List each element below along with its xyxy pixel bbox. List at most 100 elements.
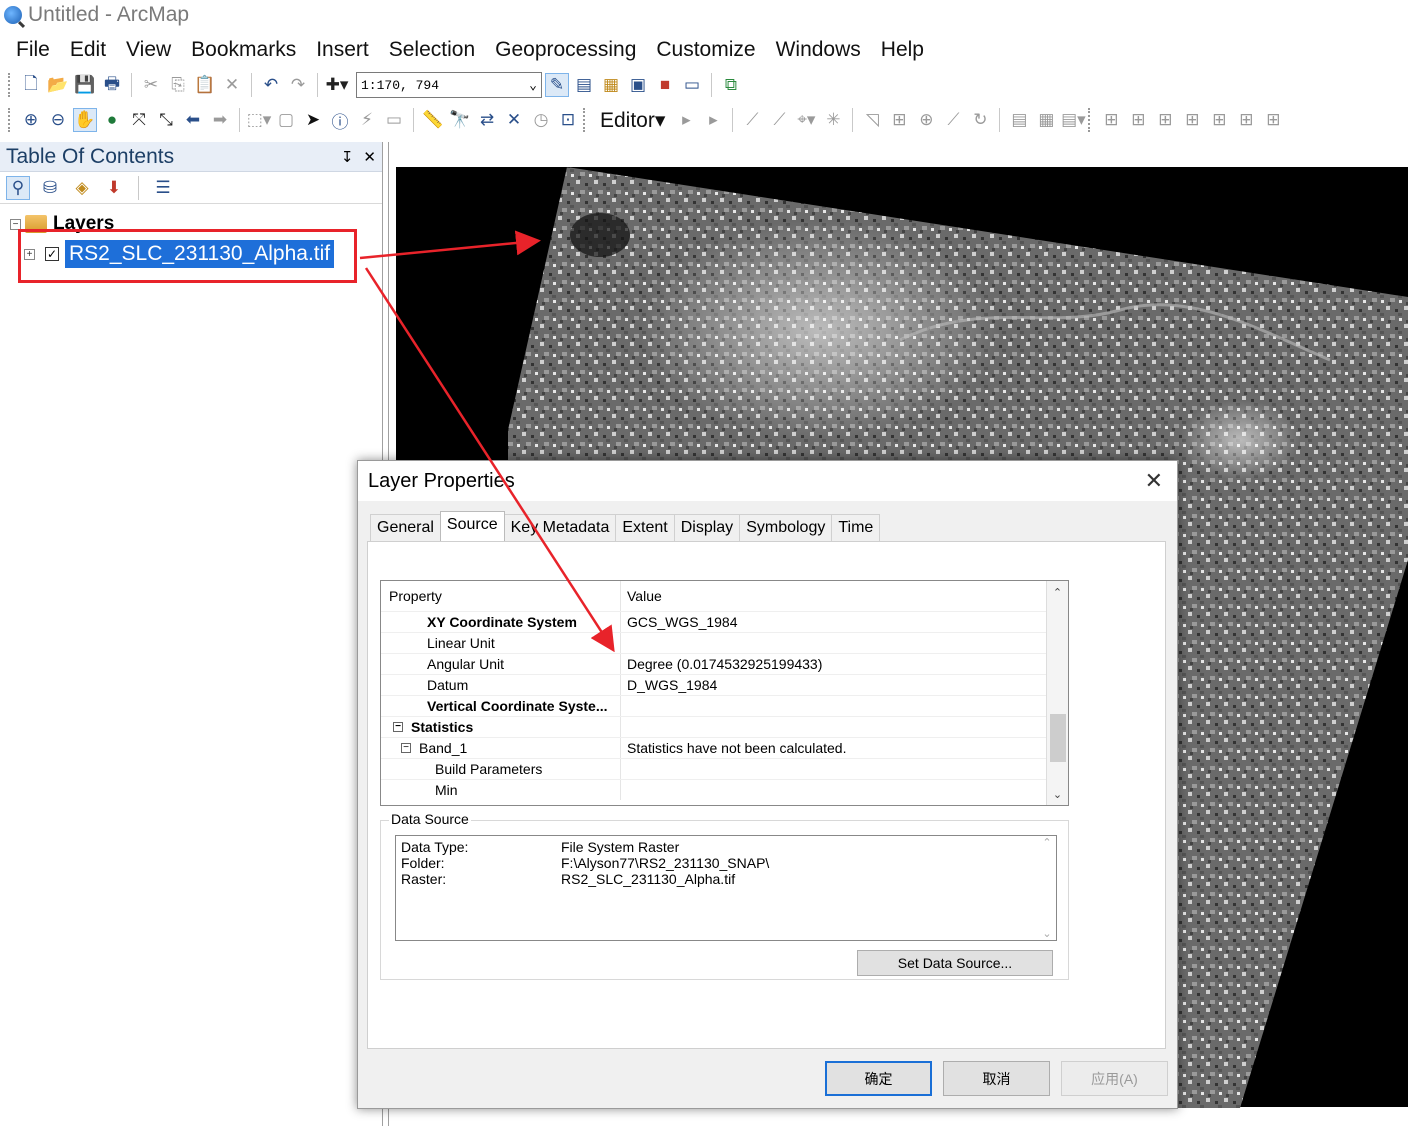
go-to-xy-icon[interactable]: ✕: [502, 108, 526, 132]
data-source-textbox[interactable]: Data Type: File System Raster Folder: F:…: [395, 835, 1057, 941]
cut-polygons-icon[interactable]: ⊕: [914, 108, 938, 132]
new-document-icon[interactable]: 🗋: [19, 73, 43, 97]
find-icon[interactable]: 🔭: [448, 108, 472, 132]
editor-toolbar-icon[interactable]: ✎: [545, 73, 569, 97]
tab-symbology[interactable]: Symbology: [739, 514, 833, 542]
save-icon[interactable]: 💾: [73, 73, 97, 97]
html-popup-icon[interactable]: ▭: [382, 108, 406, 132]
textbox-scrollbar[interactable]: ⌃ ⌄: [1038, 836, 1056, 940]
toolbar-grip[interactable]: [8, 108, 12, 132]
cancel-button[interactable]: 取消: [943, 1061, 1050, 1096]
tab-display[interactable]: Display: [673, 514, 741, 542]
toolbar-grip[interactable]: [583, 108, 587, 132]
identify-icon[interactable]: ⓘ: [328, 108, 352, 132]
georef-tool-7-icon[interactable]: ⊞: [1261, 108, 1285, 132]
georef-tool-1-icon[interactable]: ⊞: [1099, 108, 1123, 132]
end-point-arc-icon[interactable]: ⟋: [767, 108, 791, 132]
zoom-in-icon[interactable]: ⊕: [19, 108, 43, 132]
menu-selection[interactable]: Selection: [379, 38, 485, 62]
property-row[interactable]: Angular Unit Degree (0.0174532925199433): [381, 653, 1068, 674]
options-icon[interactable]: ☰: [151, 176, 175, 200]
trace-icon[interactable]: ⌖▾: [794, 108, 818, 132]
clear-selection-icon[interactable]: ▢: [274, 108, 298, 132]
property-row[interactable]: Datum D_WGS_1984: [381, 674, 1068, 695]
menu-file[interactable]: File: [6, 38, 60, 62]
property-row[interactable]: XY Coordinate System GCS_WGS_1984: [381, 611, 1068, 632]
scroll-up-icon[interactable]: ⌃: [1047, 581, 1068, 603]
menu-geoprocessing[interactable]: Geoprocessing: [485, 38, 646, 62]
cut-icon[interactable]: ✂: [139, 73, 163, 97]
sketch-properties-icon[interactable]: ▦: [1034, 108, 1058, 132]
table-of-contents-icon[interactable]: ▤: [572, 73, 596, 97]
ok-button[interactable]: 确定: [825, 1061, 932, 1096]
tab-extent[interactable]: Extent: [615, 514, 675, 542]
menu-view[interactable]: View: [116, 38, 181, 62]
zoom-out-icon[interactable]: ⊖: [46, 108, 70, 132]
scroll-up-icon[interactable]: ⌃: [1038, 836, 1056, 849]
modelbuilder-icon[interactable]: ⧉: [719, 73, 743, 97]
pin-icon[interactable]: ↧: [341, 148, 354, 166]
scroll-down-icon[interactable]: ⌄: [1038, 927, 1056, 940]
measure-icon[interactable]: 📏: [421, 108, 445, 132]
open-folder-icon[interactable]: 📂: [46, 73, 70, 97]
tab-source[interactable]: Source: [439, 511, 505, 543]
property-row-statistics[interactable]: − Statistics: [381, 716, 1068, 737]
attributes-icon[interactable]: ▤: [1007, 108, 1031, 132]
georef-tool-2-icon[interactable]: ⊞: [1126, 108, 1150, 132]
georef-tool-3-icon[interactable]: ⊞: [1153, 108, 1177, 132]
create-features-icon[interactable]: ▤▾: [1061, 108, 1086, 132]
collapse-icon[interactable]: −: [10, 218, 21, 230]
menu-help[interactable]: Help: [871, 38, 934, 62]
property-row-band[interactable]: − Band_1 Statistics have not been calcul…: [381, 737, 1068, 758]
collapse-icon[interactable]: −: [401, 743, 411, 753]
create-viewer-window-icon[interactable]: ⊡: [556, 108, 580, 132]
straight-segment-icon[interactable]: ⟋: [740, 108, 764, 132]
reshape-icon[interactable]: ⊞: [887, 108, 911, 132]
redo-icon[interactable]: ↷: [286, 73, 310, 97]
property-grid[interactable]: Property Value XY Coordinate System GCS_…: [380, 580, 1069, 806]
edit-annotation-icon[interactable]: ▸: [701, 108, 725, 132]
tab-key-metadata[interactable]: Key Metadata: [503, 514, 617, 542]
apply-button[interactable]: 应用(A): [1061, 1061, 1168, 1096]
dialog-close-icon[interactable]: ✕: [1145, 468, 1167, 494]
fixed-zoom-out-icon[interactable]: ⤡: [154, 108, 178, 132]
select-features-icon[interactable]: ⬚▾: [247, 108, 272, 132]
forward-extent-icon[interactable]: ➡: [208, 108, 232, 132]
menu-customize[interactable]: Customize: [646, 38, 765, 62]
set-data-source-button[interactable]: Set Data Source...: [857, 950, 1053, 976]
copy-icon[interactable]: ⎘: [166, 73, 190, 97]
point-icon[interactable]: ✳: [821, 108, 845, 132]
list-by-visibility-icon[interactable]: ◈: [70, 176, 94, 200]
menu-edit[interactable]: Edit: [60, 38, 116, 62]
edit-vertices-icon[interactable]: ◹: [860, 108, 884, 132]
tab-time[interactable]: Time: [831, 514, 881, 542]
scroll-down-icon[interactable]: ⌄: [1047, 783, 1068, 805]
menu-bookmarks[interactable]: Bookmarks: [181, 38, 306, 62]
paste-icon[interactable]: 📋: [193, 73, 217, 97]
add-data-icon[interactable]: ✚▾: [325, 73, 349, 97]
georef-tool-4-icon[interactable]: ⊞: [1180, 108, 1204, 132]
collapse-icon[interactable]: −: [393, 722, 403, 732]
close-icon[interactable]: ✕: [363, 148, 376, 166]
search-window-icon[interactable]: ▣: [626, 73, 650, 97]
split-icon[interactable]: ⟋: [941, 108, 965, 132]
menu-insert[interactable]: Insert: [306, 38, 379, 62]
undo-icon[interactable]: ↶: [259, 73, 283, 97]
rotate-icon[interactable]: ↻: [968, 108, 992, 132]
arctoolbox-icon[interactable]: ■: [653, 73, 677, 97]
menu-windows[interactable]: Windows: [766, 38, 871, 62]
scroll-thumb[interactable]: [1050, 714, 1066, 762]
property-row[interactable]: Linear Unit: [381, 632, 1068, 653]
property-row[interactable]: Build Parameters: [381, 758, 1068, 779]
toolbar-grip[interactable]: [1088, 108, 1092, 132]
catalog-icon[interactable]: ▦: [599, 73, 623, 97]
property-row[interactable]: Min: [381, 779, 1068, 800]
hyperlink-icon[interactable]: ⚡: [355, 108, 379, 132]
full-extent-icon[interactable]: ●: [100, 108, 124, 132]
print-icon[interactable]: 🖶: [100, 73, 124, 97]
list-by-selection-icon[interactable]: ⬇: [102, 176, 126, 200]
select-elements-icon[interactable]: ➤: [301, 108, 325, 132]
find-route-icon[interactable]: ⇄: [475, 108, 499, 132]
map-scale-combo[interactable]: 1:170, 794 ⌄: [356, 72, 542, 98]
property-row[interactable]: Vertical Coordinate Syste...: [381, 695, 1068, 716]
